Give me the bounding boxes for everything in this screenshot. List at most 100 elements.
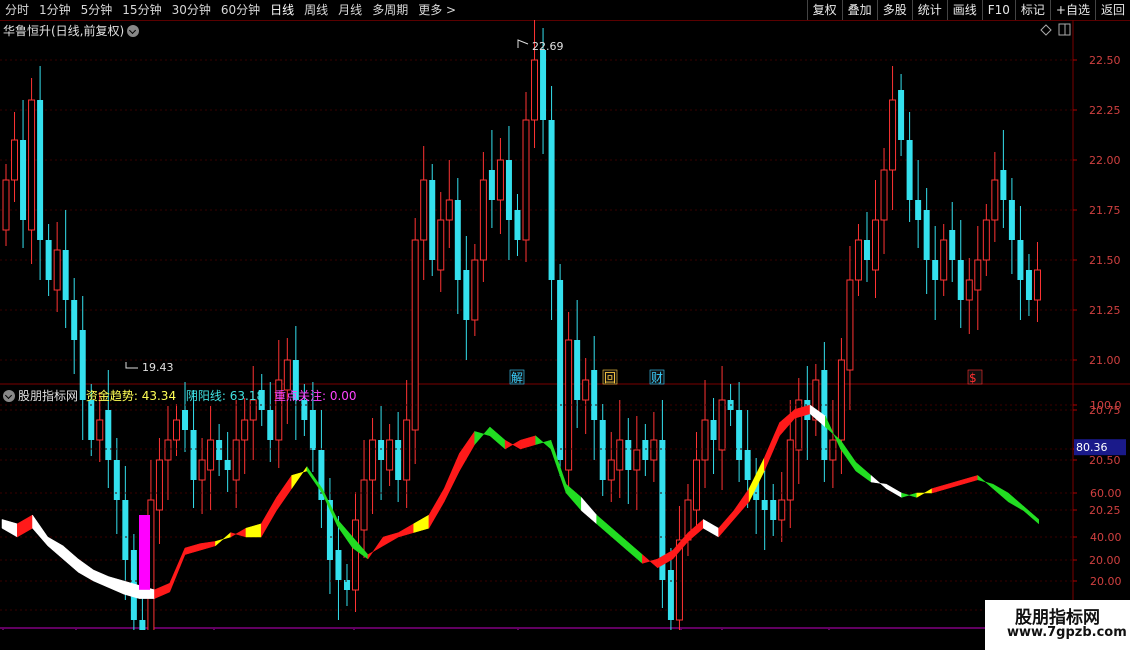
candle-body-up xyxy=(965,279,973,301)
candle-body-down xyxy=(1008,200,1015,240)
price-axis-label: 21.75 xyxy=(1089,204,1121,217)
price-axis-label: 22.25 xyxy=(1089,104,1121,117)
low-pointer xyxy=(125,362,138,369)
candle-body-up xyxy=(991,179,999,221)
trend-band-segment xyxy=(870,474,887,490)
price-axis-label: 21.50 xyxy=(1089,254,1121,267)
candle-body-up xyxy=(496,159,504,201)
candle-body-up xyxy=(872,219,880,271)
candle-body-down xyxy=(505,160,512,220)
candle-body-up xyxy=(846,279,854,371)
price-axis-label: 20.00 xyxy=(1089,554,1121,567)
fund-trend-label: 资金趋势: xyxy=(85,389,138,403)
candle-body-down xyxy=(378,440,385,460)
candle-body-down xyxy=(62,250,69,300)
candle-body-up xyxy=(420,179,428,241)
trend-band-segment xyxy=(459,430,475,472)
candle-body-up xyxy=(11,139,19,181)
trend-band-segment xyxy=(93,569,109,588)
candle-body-up xyxy=(837,359,845,441)
indicator-axis-label: 20.00 xyxy=(1090,575,1122,588)
candle-body-down xyxy=(548,120,555,280)
indicator-axis-label: 60.00 xyxy=(1090,487,1122,500)
candle-body-up xyxy=(232,439,240,481)
candle-body-up xyxy=(479,179,487,261)
trend-band-segment xyxy=(779,408,796,437)
trend-band-segment xyxy=(291,465,308,490)
candle-body-up xyxy=(880,169,888,221)
price-axis-label: 21.25 xyxy=(1089,304,1121,317)
trend-band-segment xyxy=(642,554,658,569)
focus-value: 0.00 xyxy=(329,389,357,403)
watermark: 股朋指标网 www.7gpzb.com xyxy=(985,600,1130,650)
candle-body-up xyxy=(982,219,990,261)
candle-body-up xyxy=(471,259,479,321)
trend-band-segment xyxy=(840,439,857,472)
trend-band-segment xyxy=(520,435,536,450)
candle-body-down xyxy=(514,210,521,240)
trend-band-segment xyxy=(199,541,216,551)
trend-band-segment xyxy=(123,580,140,599)
candle-body-down xyxy=(923,210,930,260)
candle-body-down xyxy=(182,410,189,430)
candle-body-up xyxy=(889,99,897,171)
trend-band-segment xyxy=(276,474,292,512)
trend-band-segment xyxy=(47,536,64,560)
candle-body-up xyxy=(522,119,530,241)
candle-body-up xyxy=(369,439,377,481)
candle-body-down xyxy=(190,430,197,480)
trend-band-segment xyxy=(413,514,430,533)
candle-body-up xyxy=(701,419,709,461)
trend-band-segment xyxy=(184,543,201,555)
candle-body-down xyxy=(309,410,316,450)
chevron-down-icon[interactable] xyxy=(3,390,15,402)
trend-band-segment xyxy=(474,426,491,446)
candle-body-up xyxy=(352,519,360,591)
trend-band-segment xyxy=(154,582,170,599)
candle-body-up xyxy=(1033,269,1041,301)
candle-body-up xyxy=(616,439,624,471)
trend-band-segment xyxy=(337,518,353,549)
trend-band-segment xyxy=(901,492,918,498)
candle-body-up xyxy=(854,239,862,281)
candle-body-down xyxy=(949,230,956,260)
high-pointer xyxy=(517,39,529,48)
trend-band-segment xyxy=(977,474,994,490)
candle-body-down xyxy=(216,440,223,460)
candle-body-down xyxy=(761,500,768,510)
candle-body-down xyxy=(1025,270,1032,300)
candle-body-down xyxy=(488,170,495,200)
candle-body-up xyxy=(96,419,104,441)
candle-body-up xyxy=(974,259,982,291)
candle-body-up xyxy=(164,439,172,461)
candle-body-down xyxy=(591,370,598,420)
trend-band-segment xyxy=(215,532,231,547)
candle-body-up xyxy=(940,239,948,281)
trend-band-segment xyxy=(916,488,933,498)
event-marker: 解 xyxy=(511,371,523,385)
candle-body-up xyxy=(198,459,206,481)
watermark-url: www.7gpzb.com xyxy=(1007,625,1127,640)
trend-band-segment xyxy=(443,453,460,502)
candle-body-up xyxy=(241,419,249,441)
trend-band-segment xyxy=(62,545,79,573)
candle-body-up xyxy=(28,99,36,231)
candle-body-up xyxy=(778,499,786,521)
candle-body-up xyxy=(53,249,61,291)
event-marker: $ xyxy=(969,371,977,385)
candle-body-down xyxy=(625,440,632,470)
candle-body-up xyxy=(386,439,394,471)
candle-body-down xyxy=(1017,240,1024,280)
trend-band-segment xyxy=(32,514,48,547)
candlestick-chart[interactable]: 22.69 19.43 解 回 财 $ 22.50 22.25 22.00 21.75 21.50… xyxy=(0,0,1130,630)
focus-label: 重点关注: xyxy=(273,389,327,403)
trend-band-segment xyxy=(581,496,597,525)
trend-band-segment xyxy=(1023,505,1039,525)
trend-band-segment xyxy=(886,483,902,498)
candle-body-up xyxy=(155,459,163,511)
trend-band-segment xyxy=(718,509,735,538)
candle-body-down xyxy=(957,260,964,300)
candle-body-down xyxy=(45,240,52,280)
candle-body-up xyxy=(411,239,419,431)
candle-body-up xyxy=(403,419,411,481)
